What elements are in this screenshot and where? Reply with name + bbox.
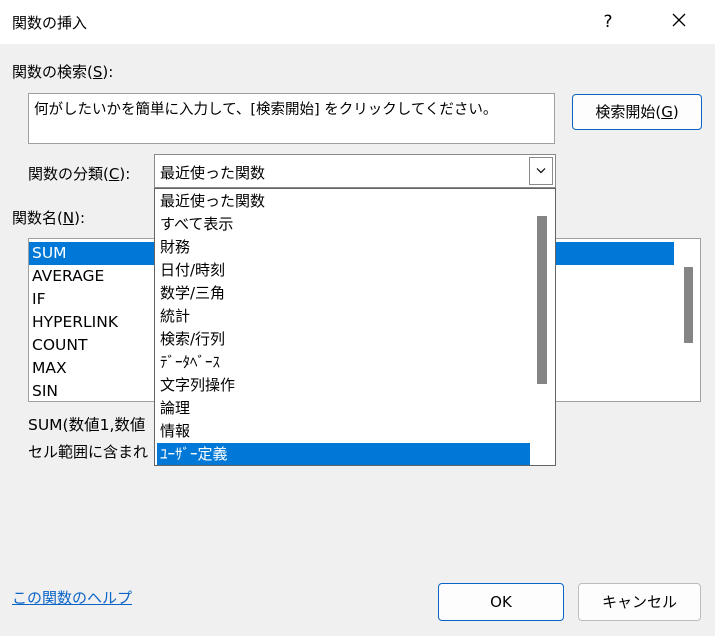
cancel-button[interactable]: キャンセル — [578, 583, 701, 621]
category-option[interactable]: 文字列操作 — [157, 374, 530, 397]
category-select[interactable]: 最近使った関数 — [154, 154, 556, 188]
chevron-down-icon — [536, 168, 546, 174]
title-bar: 関数の挿入 ? — [0, 0, 715, 44]
search-start-button[interactable]: 検索開始(G) — [572, 94, 702, 130]
category-option[interactable]: 日付/時刻 — [157, 259, 530, 282]
category-dropdown-toggle[interactable] — [529, 157, 553, 185]
category-option[interactable]: 論理 — [157, 397, 530, 420]
search-input-text: 何がしたいかを簡単に入力して、[検索開始] をクリックしてください。 — [34, 102, 498, 118]
close-button[interactable] — [664, 8, 694, 36]
search-input[interactable]: 何がしたいかを簡単に入力して、[検索開始] をクリックしてください。 — [28, 93, 555, 144]
function-syntax: SUM(数値1,数値 — [28, 416, 146, 434]
window-title: 関数の挿入 — [12, 14, 88, 32]
ok-button[interactable]: OK — [438, 583, 564, 621]
category-option[interactable]: 財務 — [157, 236, 530, 259]
category-option[interactable]: ﾃﾞｰﾀﾍﾞｰｽ — [157, 351, 530, 374]
function-description: セル範囲に含まれ — [28, 443, 149, 461]
category-selected-value: 最近使った関数 — [160, 164, 266, 182]
category-dropdown-list[interactable]: 最近使った関数 すべて表示 財務 日付/時刻 数学/三角 統計 検索/行列 ﾃﾞ… — [154, 188, 556, 466]
category-label: 関数の分類(C): — [28, 165, 131, 183]
function-help-link[interactable]: この関数のヘルプ — [12, 587, 132, 608]
category-option[interactable]: すべて表示 — [157, 213, 530, 236]
search-label: 関数の検索(S): — [12, 63, 114, 81]
function-list-scrollbar[interactable] — [684, 267, 693, 343]
category-option[interactable]: 統計 — [157, 305, 530, 328]
category-option[interactable]: 数学/三角 — [157, 282, 530, 305]
category-dropdown-scrollbar[interactable] — [537, 216, 547, 384]
category-option[interactable]: 情報 — [157, 420, 530, 443]
category-option-highlighted[interactable]: ﾕｰｻﾞｰ定義 — [157, 443, 530, 465]
help-button[interactable]: ? — [594, 8, 622, 36]
category-option[interactable]: 検索/行列 — [157, 328, 530, 351]
function-name-label: 関数名(N): — [12, 209, 85, 227]
close-icon — [672, 13, 686, 27]
category-option[interactable]: 最近使った関数 — [157, 190, 530, 213]
